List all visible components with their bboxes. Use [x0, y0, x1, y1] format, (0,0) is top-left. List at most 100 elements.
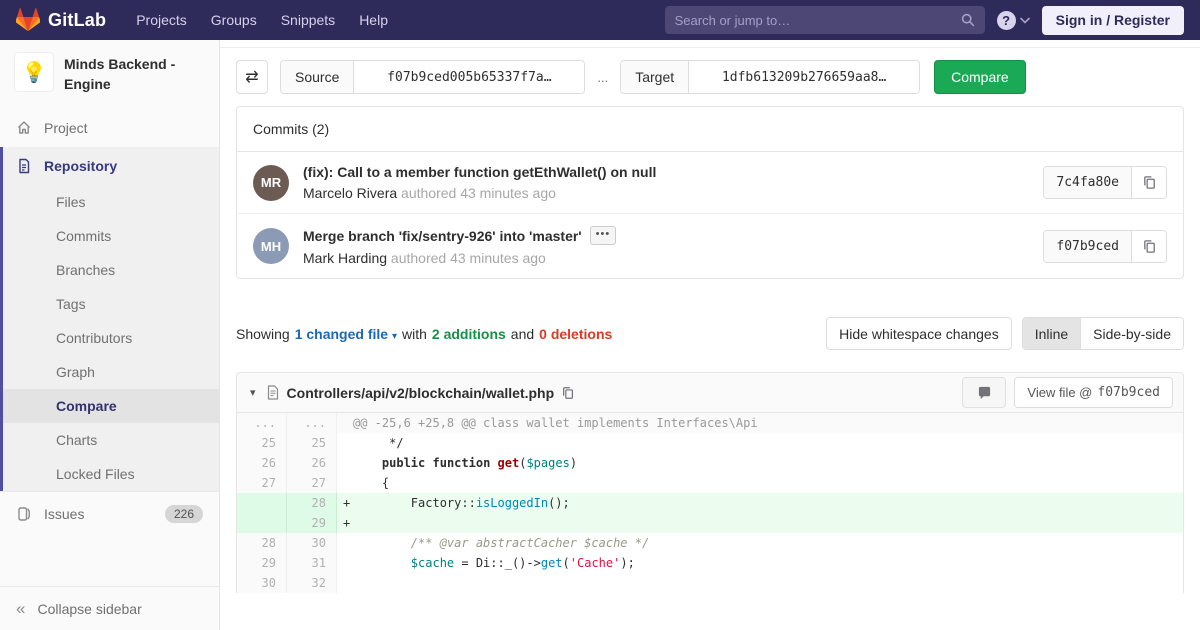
project-context[interactable]: 💡 Minds Backend - Engine [0, 40, 219, 109]
collapse-sidebar-button[interactable]: « Collapse sidebar [0, 586, 219, 630]
with-label: with [401, 325, 427, 342]
new-line-number[interactable]: 32 [287, 573, 337, 593]
commit-title-link[interactable]: Merge branch 'fix/sentry-926' into 'mast… [303, 228, 582, 244]
new-line-number[interactable]: 31 [287, 553, 337, 573]
gitlab-logo[interactable]: GitLab [16, 8, 106, 32]
navbar-links: Projects Groups Snippets Help [124, 0, 400, 40]
sidebar-item-charts[interactable]: Charts [3, 423, 219, 457]
diff-file-path[interactable]: Controllers/api/v2/blockchain/wallet.php [287, 385, 555, 401]
toggle-comments-button[interactable] [962, 377, 1007, 408]
diff-marker: + [343, 496, 351, 510]
new-line-number[interactable]: 25 [287, 433, 337, 453]
diff-line: 30 32 [237, 573, 1183, 593]
commit-row: MR (fix): Call to a member function getEt… [237, 152, 1183, 214]
document-icon [19, 158, 30, 173]
help-icon: ? [996, 10, 1016, 30]
diff-stats-bar: Showing 1 changed file ▾ with 2 addition… [236, 317, 1184, 350]
caret-down-icon: ▾ [391, 330, 397, 342]
view-file-button[interactable]: View file @ f07b9ced [1014, 377, 1173, 408]
old-line-number[interactable]: 25 [237, 433, 287, 453]
new-line-number[interactable]: 26 [287, 453, 337, 473]
sidebar-item-repository[interactable]: Repository [3, 147, 219, 185]
nav-link-help[interactable]: Help [347, 0, 400, 40]
old-line-number[interactable]: 28 [237, 533, 287, 553]
sign-in-register-button[interactable]: Sign in / Register [1041, 5, 1184, 35]
commit-author-avatar[interactable]: MR [253, 164, 289, 201]
collapse-label: Collapse sidebar [37, 600, 142, 617]
nav-link-snippets[interactable]: Snippets [269, 0, 347, 40]
help-dropdown[interactable]: ? [996, 10, 1030, 30]
commit-sha[interactable]: 7c4fa80e [1044, 167, 1132, 198]
global-search[interactable] [664, 6, 985, 34]
source-ref-field[interactable]: f07b9ced005b65337f7a… [354, 61, 585, 93]
hide-whitespace-button[interactable]: Hide whitespace changes [826, 317, 1012, 350]
commit-author-link[interactable]: Mark Harding [303, 250, 387, 266]
diff-file-header: ▾ Controllers/api/v2/blockchain/wallet.p… [237, 373, 1183, 413]
old-line-number[interactable]: 30 [237, 573, 287, 593]
project-title: Minds Backend - Engine [64, 56, 176, 93]
old-line-number[interactable] [237, 513, 287, 533]
commit-hash-group: f07b9ced [1043, 229, 1167, 263]
sidebar-item-graph[interactable]: Graph [3, 355, 219, 389]
diff-code: public function get($pages) [381, 456, 578, 470]
diff-code: { [353, 476, 390, 490]
old-line-number[interactable]: 26 [237, 453, 287, 473]
commits-header: Commits (2) [237, 107, 1183, 152]
commit-row: MH Merge branch 'fix/sentry-926' into 'ma… [237, 214, 1183, 278]
tanuki-icon [16, 8, 40, 32]
diff-table: ...... @@ -25,6 +25,8 @@ class wallet imp… [237, 413, 1183, 593]
sidebar-item-commits[interactable]: Commits [3, 219, 219, 253]
repository-label: Repository [44, 157, 118, 174]
target-ref-field[interactable]: 1dfb613209b276659aa8… [689, 61, 920, 93]
search-icon [961, 13, 974, 27]
copy-icon [563, 386, 574, 399]
sidebar-item-compare[interactable]: Compare [3, 388, 219, 423]
commit-author-link[interactable]: Marcelo Rivera [303, 185, 397, 201]
new-line-number[interactable]: 30 [287, 533, 337, 553]
nav-link-projects[interactable]: Projects [124, 0, 199, 40]
diff-code: /** @var abstractCacher $cache */ [353, 536, 650, 550]
commit-author-avatar[interactable]: MH [253, 228, 289, 264]
new-line-number[interactable]: 28 [287, 493, 337, 513]
sidebar-item-project[interactable]: Project [0, 109, 219, 147]
commit-sha[interactable]: f07b9ced [1044, 230, 1132, 262]
diff-line: 29 + [237, 513, 1183, 533]
swap-revisions-button[interactable]: ⇄ [236, 60, 268, 94]
new-line-number[interactable]: 27 [287, 473, 337, 493]
additions-count: 2 additions [431, 325, 506, 342]
diff-line: 26 26 public function get($pages) [237, 453, 1183, 473]
copy-icon [1143, 176, 1155, 189]
collapse-diff-icon[interactable]: ▾ [247, 386, 259, 399]
side-by-side-view-button[interactable]: Side-by-side [1080, 318, 1183, 349]
commit-title-link[interactable]: (fix): Call to a member function getEthW… [303, 164, 656, 180]
expand-commit-message-button[interactable]: ••• [589, 226, 617, 245]
sidebar-item-files[interactable]: Files [3, 185, 219, 219]
changed-files-dropdown[interactable]: 1 changed file ▾ [295, 326, 397, 342]
diff-code [337, 573, 1183, 593]
copy-sha-button[interactable] [1132, 230, 1166, 262]
copy-path-button[interactable] [561, 386, 575, 400]
new-line-number[interactable]: 29 [287, 513, 337, 533]
nav-link-groups[interactable]: Groups [199, 0, 269, 40]
sidebar-item-branches[interactable]: Branches [3, 253, 219, 287]
new-line-number[interactable]: ... [287, 413, 337, 433]
diff-line: 28 + Factory::isLoggedIn(); [237, 493, 1183, 513]
inline-view-button[interactable]: Inline [1022, 318, 1081, 349]
search-input[interactable] [674, 12, 961, 28]
target-label: Target [621, 61, 690, 93]
sidebar-item-contributors[interactable]: Contributors [3, 321, 219, 355]
sidebar-item-tags[interactable]: Tags [3, 287, 219, 321]
commit-meta-text: authored 43 minutes ago [401, 185, 556, 201]
sidebar-item-locked-files[interactable]: Locked Files [3, 457, 219, 491]
old-line-number[interactable]: 27 [237, 473, 287, 493]
sidebar-item-issues[interactable]: Issues 226 [0, 490, 219, 536]
old-line-number[interactable]: 29 [237, 553, 287, 573]
old-line-number[interactable] [237, 493, 287, 513]
project-avatar: 💡 [14, 52, 54, 92]
copy-sha-button[interactable] [1132, 167, 1166, 198]
commit-hash-group: 7c4fa80e [1043, 166, 1167, 199]
old-line-number[interactable]: ... [237, 413, 287, 433]
compare-button[interactable]: Compare [934, 60, 1026, 94]
repository-subitems: Files Commits Branches Tags Contributors Grap… [3, 185, 219, 491]
diff-marker: + [343, 516, 351, 530]
